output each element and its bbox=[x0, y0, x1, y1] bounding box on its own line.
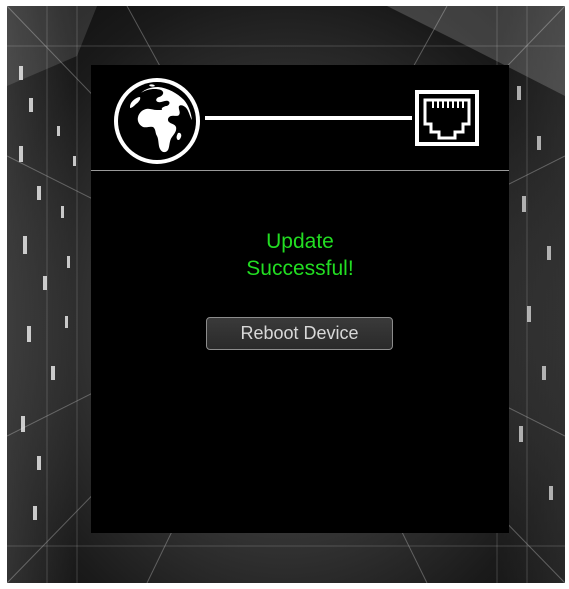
background-frame: Update Successful! Reboot Device bbox=[7, 6, 565, 583]
connection-diagram bbox=[91, 65, 509, 170]
globe-icon bbox=[114, 78, 200, 164]
reboot-device-button[interactable]: Reboot Device bbox=[206, 317, 393, 350]
update-status-message: Update Successful! bbox=[91, 228, 509, 282]
status-line-2: Successful! bbox=[246, 257, 354, 280]
ethernet-port-icon bbox=[415, 90, 479, 146]
connection-line bbox=[205, 116, 412, 120]
status-line-1: Update bbox=[266, 230, 334, 253]
header-divider bbox=[91, 170, 509, 171]
update-panel: Update Successful! Reboot Device bbox=[91, 65, 509, 533]
